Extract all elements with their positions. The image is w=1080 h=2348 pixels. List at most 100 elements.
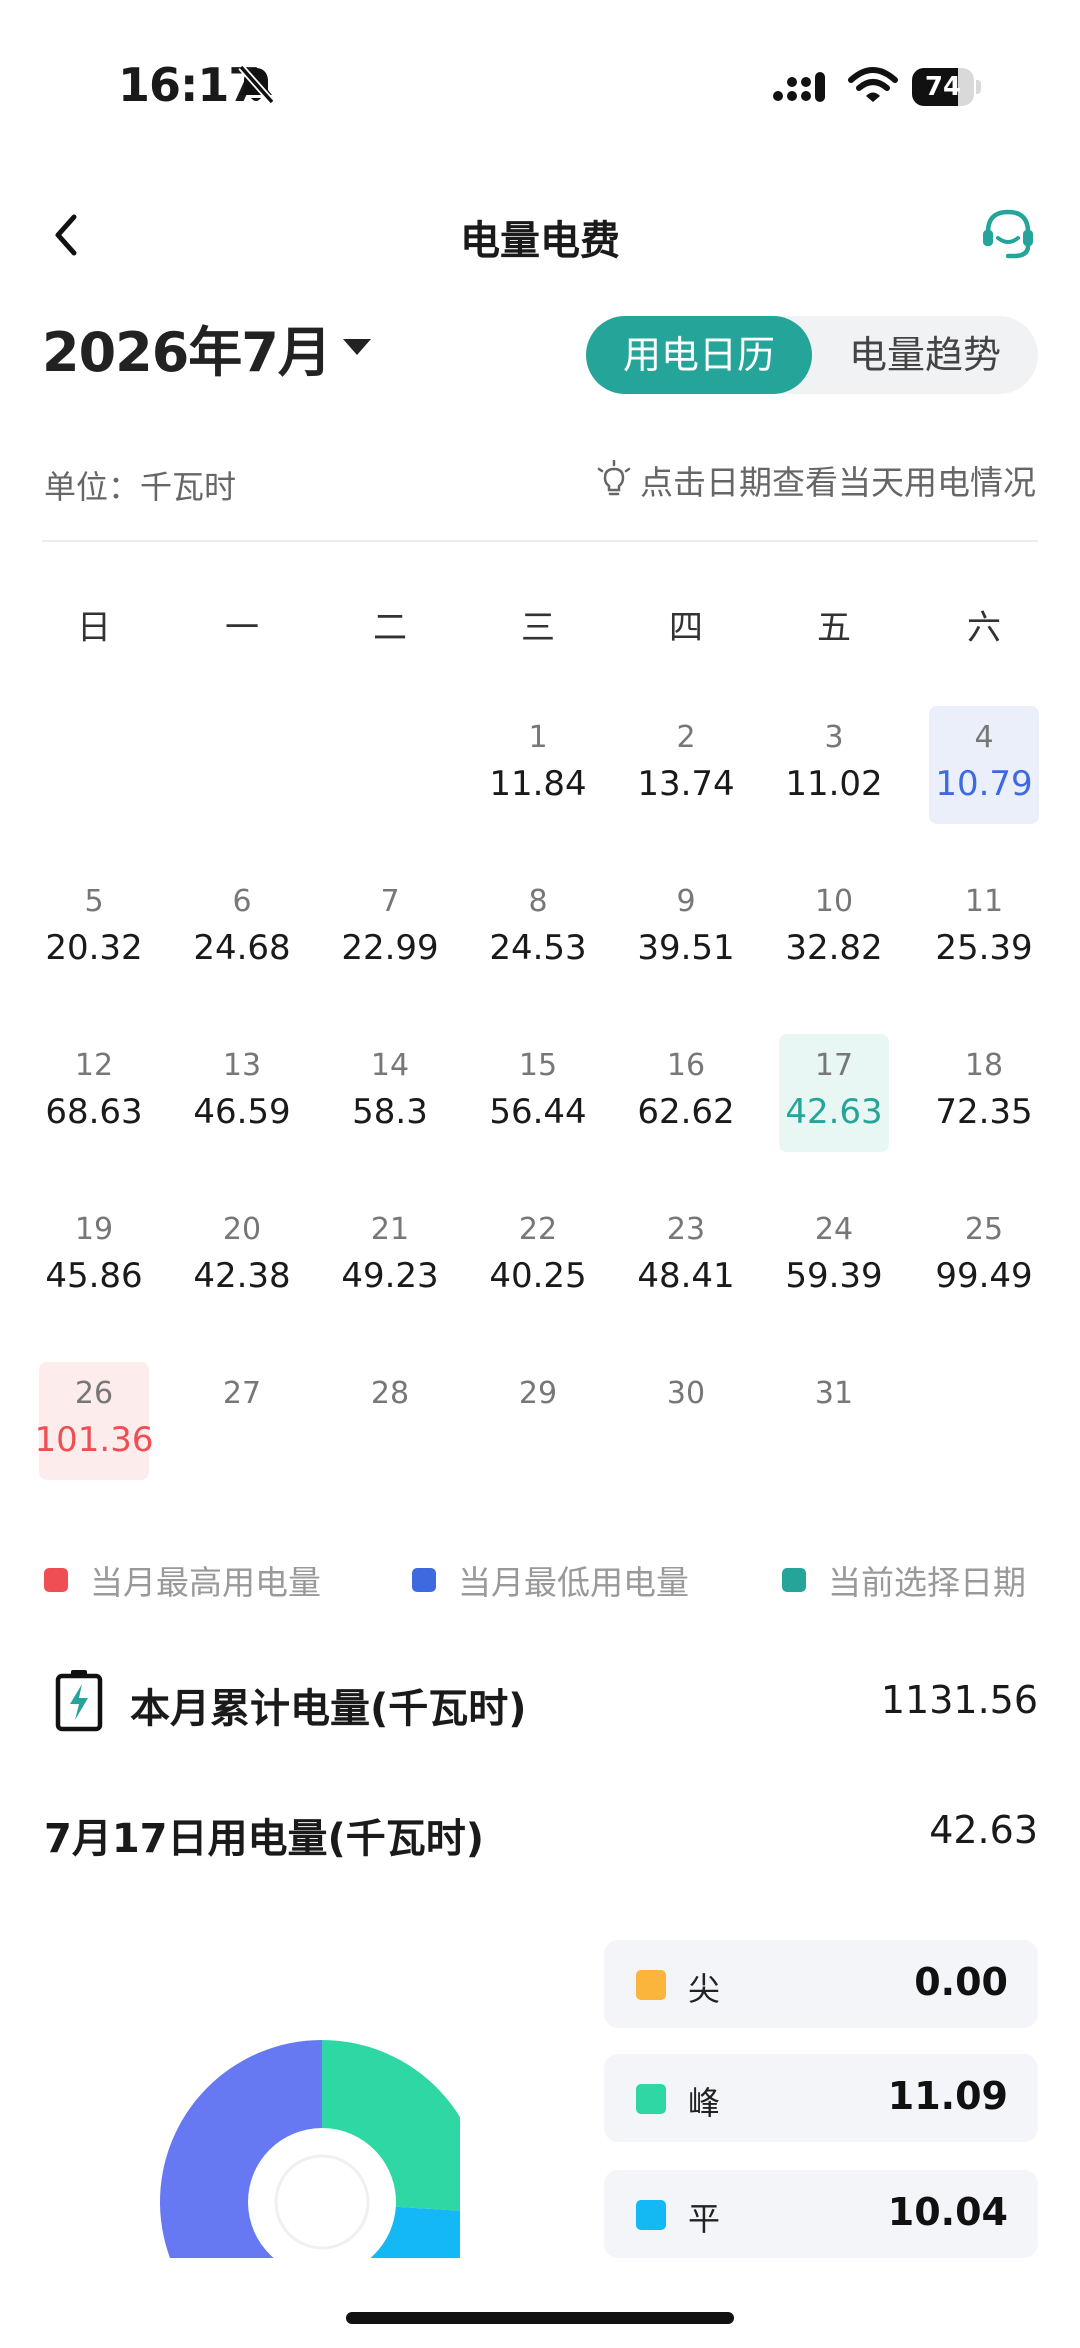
monthly-total-label: 本月累计电量(千瓦时) bbox=[130, 1686, 527, 1732]
monthly-total-row: 本月累计电量(千瓦时) 1131.56 bbox=[44, 1664, 1038, 1736]
calendar-day[interactable]: 6 24.68 bbox=[187, 870, 297, 988]
calendar-day-number: 26 bbox=[74, 1376, 114, 1411]
calendar-day[interactable]: 18 72.35 bbox=[929, 1034, 1039, 1152]
calendar-day[interactable]: 23 48.41 bbox=[631, 1198, 741, 1316]
calendar-day-number: 19 bbox=[74, 1212, 114, 1247]
calendar-day-usage: 42.63 bbox=[785, 1092, 883, 1132]
page-title: 电量电费 bbox=[460, 218, 620, 264]
home-indicator bbox=[346, 2312, 734, 2324]
legend-item-high: 当月最高用电量 bbox=[44, 1556, 321, 1604]
calendar-day[interactable]: 1 11.84 bbox=[483, 706, 593, 824]
calendar-day[interactable]: 10 32.82 bbox=[779, 870, 889, 988]
calendar-day[interactable]: 15 56.44 bbox=[483, 1034, 593, 1152]
calendar-day[interactable]: 30 bbox=[631, 1362, 741, 1480]
calendar-day[interactable]: 17 42.63 bbox=[779, 1034, 889, 1152]
selected-day-value: 42.63 bbox=[929, 1808, 1038, 1852]
calendar-day-usage: 49.23 bbox=[341, 1256, 439, 1296]
calendar-day[interactable]: 28 bbox=[335, 1362, 445, 1480]
calendar-day-usage: 46.59 bbox=[193, 1092, 291, 1132]
month-picker[interactable]: 2026年7月 bbox=[42, 312, 371, 384]
calendar-day-number: 31 bbox=[814, 1376, 854, 1411]
calendar-day-usage: 101.36 bbox=[34, 1420, 154, 1460]
weekday-label: 三 bbox=[521, 608, 555, 648]
calendar-day-number: 17 bbox=[814, 1048, 854, 1083]
calendar-day-number: 21 bbox=[370, 1212, 410, 1247]
calendar-day[interactable]: 22 40.25 bbox=[483, 1198, 593, 1316]
calendar-day[interactable]: 25 99.49 bbox=[929, 1198, 1039, 1316]
calendar-day-usage: 68.63 bbox=[45, 1092, 143, 1132]
calendar-day[interactable]: 20 42.38 bbox=[187, 1198, 297, 1316]
calendar-day-number: 14 bbox=[370, 1048, 410, 1083]
calendar-day-number: 11 bbox=[964, 884, 1004, 919]
app-header: 电量电费 bbox=[0, 190, 1080, 280]
view-segmented-control: 用电日历 电量趋势 bbox=[586, 316, 1038, 394]
calendar-day-number: 4 bbox=[974, 720, 994, 755]
calendar-day-usage: 20.32 bbox=[45, 928, 143, 968]
weekday-label: 日 bbox=[77, 608, 111, 648]
calendar-day[interactable]: 7 22.99 bbox=[335, 870, 445, 988]
selected-day-label: 7月17日用电量(千瓦时) bbox=[44, 1816, 485, 1862]
calendar-day[interactable]: 8 24.53 bbox=[483, 870, 593, 988]
calendar-day-usage: 39.51 bbox=[637, 928, 735, 968]
breakdown-value: 0.00 bbox=[914, 1960, 1008, 2004]
breakdown-swatch bbox=[636, 2200, 666, 2230]
calendar-day-usage: 42.38 bbox=[193, 1256, 291, 1296]
lightbulb-icon bbox=[597, 460, 631, 496]
legend-label: 当月最高用电量 bbox=[90, 1563, 321, 1602]
legend-label: 当月最低用电量 bbox=[458, 1563, 689, 1602]
calendar-day-number: 15 bbox=[518, 1048, 558, 1083]
headset-icon[interactable] bbox=[978, 204, 1038, 268]
breakdown-item-feng: 峰 11.09 bbox=[604, 2054, 1038, 2142]
calendar-day[interactable]: 9 39.51 bbox=[631, 870, 741, 988]
tab-calendar[interactable]: 用电日历 bbox=[586, 316, 812, 394]
breakdown-value: 11.09 bbox=[887, 2074, 1008, 2118]
calendar-day-usage: 32.82 bbox=[785, 928, 883, 968]
calendar-day-number: 8 bbox=[528, 884, 548, 919]
caret-down-icon bbox=[342, 339, 371, 355]
calendar-day-number: 28 bbox=[370, 1376, 410, 1411]
tab-trend[interactable]: 电量趋势 bbox=[812, 316, 1038, 394]
calendar-day[interactable]: 16 62.62 bbox=[631, 1034, 741, 1152]
calendar-day-usage: 24.68 bbox=[193, 928, 291, 968]
calendar-day-number: 5 bbox=[84, 884, 104, 919]
calendar-day-number: 24 bbox=[814, 1212, 854, 1247]
calendar-day-usage: 56.44 bbox=[489, 1092, 587, 1132]
weekday-label: 四 bbox=[669, 608, 703, 648]
unit-label: 单位：千瓦时 bbox=[44, 468, 237, 506]
hint: 点击日期查看当天用电情况 bbox=[594, 456, 1036, 504]
calendar-day[interactable]: 13 46.59 bbox=[187, 1034, 297, 1152]
monthly-total-value: 1131.56 bbox=[880, 1678, 1038, 1722]
calendar-day[interactable]: 14 58.3 bbox=[335, 1034, 445, 1152]
weekday-label: 六 bbox=[967, 608, 1001, 648]
calendar-day-number: 10 bbox=[814, 884, 854, 919]
calendar-day[interactable]: 27 bbox=[187, 1362, 297, 1480]
calendar-day-number: 16 bbox=[666, 1048, 706, 1083]
calendar-day[interactable]: 3 11.02 bbox=[779, 706, 889, 824]
calendar-day[interactable]: 11 25.39 bbox=[929, 870, 1039, 988]
calendar-day[interactable]: 12 68.63 bbox=[39, 1034, 149, 1152]
calendar-day[interactable]: 5 20.32 bbox=[39, 870, 149, 988]
calendar-day-number: 2 bbox=[676, 720, 696, 755]
calendar-day[interactable]: 24 59.39 bbox=[779, 1198, 889, 1316]
usage-donut-chart bbox=[160, 2040, 460, 2258]
calendar-day-usage: 24.53 bbox=[489, 928, 587, 968]
calendar-day[interactable]: 2 13.74 bbox=[631, 706, 741, 824]
weekday-label: 五 bbox=[817, 608, 851, 648]
calendar-day-usage: 45.86 bbox=[45, 1256, 143, 1296]
calendar-day-number: 6 bbox=[232, 884, 252, 919]
calendar-day-usage: 40.25 bbox=[489, 1256, 587, 1296]
calendar-day[interactable]: 31 bbox=[779, 1362, 889, 1480]
calendar-day[interactable]: 4 10.79 bbox=[929, 706, 1039, 824]
breakdown-label: 峰 bbox=[688, 2084, 721, 2122]
calendar-day[interactable]: 26 101.36 bbox=[35, 1362, 153, 1480]
calendar-day-usage: 25.39 bbox=[935, 928, 1033, 968]
calendar-day[interactable]: 29 bbox=[483, 1362, 593, 1480]
calendar-day[interactable]: 21 49.23 bbox=[335, 1198, 445, 1316]
calendar-day-number: 1 bbox=[528, 720, 548, 755]
calendar-day[interactable]: 19 45.86 bbox=[39, 1198, 149, 1316]
cellular-signal-icon bbox=[772, 70, 830, 108]
calendar-day-usage: 48.41 bbox=[637, 1256, 735, 1296]
calendar-day-number: 18 bbox=[964, 1048, 1004, 1083]
calendar-day-usage: 22.99 bbox=[341, 928, 439, 968]
legend-swatch bbox=[782, 1568, 806, 1592]
